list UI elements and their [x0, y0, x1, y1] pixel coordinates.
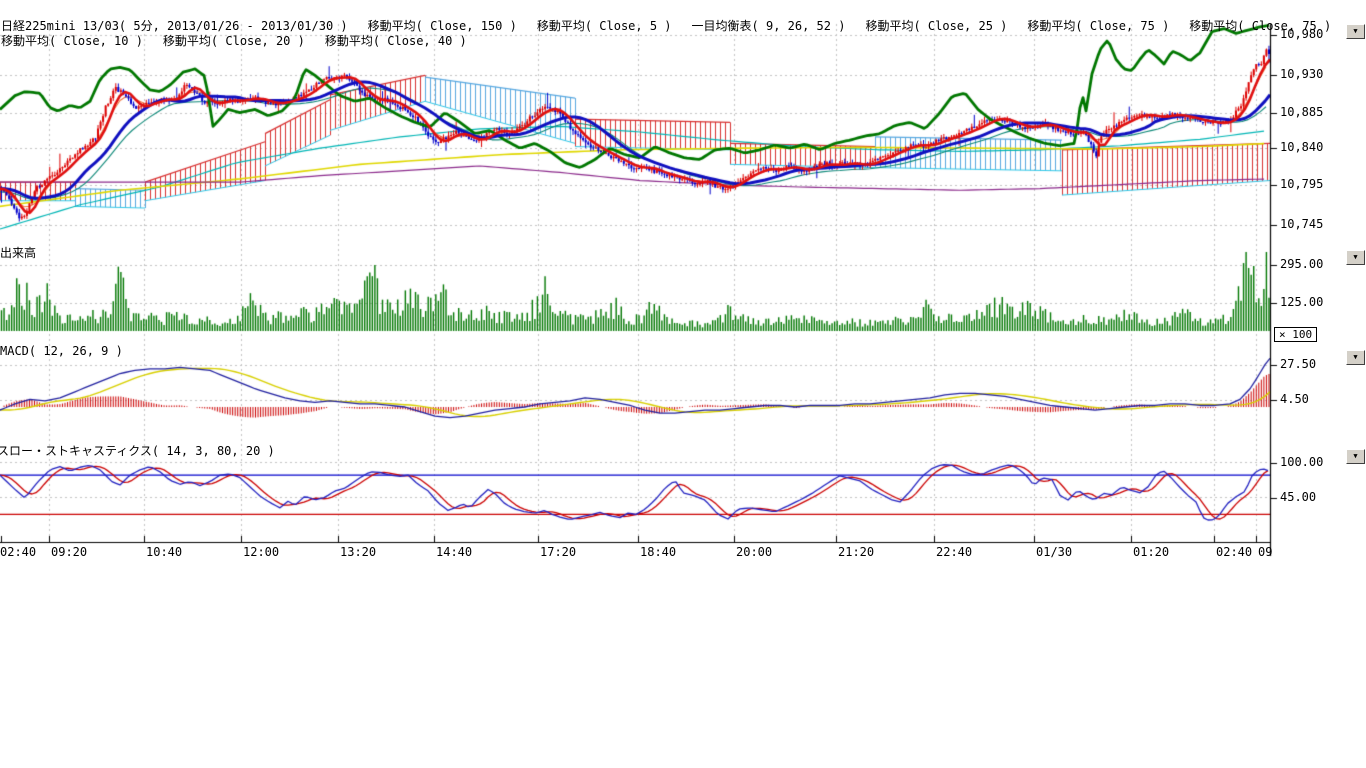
time-axis-label: 17:20 — [540, 545, 576, 559]
price-axis-label: 10,930 — [1280, 67, 1323, 81]
time-axis-label: 20:00 — [736, 545, 772, 559]
time-axis-label: 09 — [1258, 545, 1272, 559]
volume-axis-label: 295.00 — [1280, 257, 1323, 271]
volume-multiplier-badge: × 100 — [1274, 327, 1317, 342]
macd-panel-title: MACD( 12, 26, 9 ) — [0, 344, 123, 358]
price-axis-label: 10,840 — [1280, 140, 1323, 154]
time-axis-label: 22:40 — [936, 545, 972, 559]
volume-axis-scale-dropdown[interactable]: ▼ — [1346, 250, 1365, 265]
chart-legend-line2: 移動平均( Close, 10 ) 移動平均( Close, 20 ) 移動平均… — [1, 32, 467, 49]
macd-axis-label: 27.50 — [1280, 357, 1316, 371]
chart-canvas[interactable] — [0, 0, 1366, 562]
price-axis-label: 10,795 — [1280, 177, 1323, 191]
legend-ma40: 移動平均( Close, 40 ) — [325, 32, 467, 49]
stoch-panel-title: スロー・ストキャスティクス( 14, 3, 80, 20 ) — [0, 442, 275, 459]
price-axis-scale-dropdown[interactable]: ▼ — [1346, 24, 1365, 39]
legend-ma10: 移動平均( Close, 10 ) — [1, 32, 143, 49]
time-axis-label: 12:00 — [243, 545, 279, 559]
time-axis-label: 13:20 — [340, 545, 376, 559]
legend-ma5: 移動平均( Close, 5 ) — [537, 17, 672, 34]
legend-ma75a: 移動平均( Close, 75 ) — [1027, 17, 1169, 34]
time-axis-label: 01/30 — [1036, 545, 1072, 559]
macd-axis-scale-dropdown[interactable]: ▼ — [1346, 350, 1365, 365]
stoch-axis-label: 100.00 — [1280, 455, 1323, 469]
time-axis-label: 02:40 — [0, 545, 36, 559]
time-axis-label: 02:40 — [1216, 545, 1252, 559]
time-axis-label: 10:40 — [146, 545, 182, 559]
volume-axis-label: 125.00 — [1280, 295, 1323, 309]
time-axis-label: 18:40 — [640, 545, 676, 559]
stoch-axis-scale-dropdown[interactable]: ▼ — [1346, 449, 1365, 464]
price-axis-label: 10,885 — [1280, 105, 1323, 119]
legend-ma25: 移動平均( Close, 25 ) — [865, 17, 1007, 34]
price-axis-label: 10,745 — [1280, 217, 1323, 231]
chart-area: 日経225mini 13/03( 5分, 2013/01/26 - 2013/0… — [0, 0, 1366, 562]
chart-application: ▼ 先物 ▼ 日経225mini ▼ 13/03 ▼ 足 ↗ 日 週 月 分 I… — [0, 0, 1366, 768]
legend-ichimoku: 一目均衡表( 9, 26, 52 ) — [692, 17, 846, 34]
time-axis-label: 14:40 — [436, 545, 472, 559]
time-axis-label: 21:20 — [838, 545, 874, 559]
time-axis-label: 01:20 — [1133, 545, 1169, 559]
time-axis-label: 09:20 — [51, 545, 87, 559]
volume-panel-title: 出来高 — [0, 244, 36, 261]
price-axis-label: 10,980 — [1280, 27, 1323, 41]
macd-axis-label: 4.50 — [1280, 392, 1309, 406]
legend-ma20: 移動平均( Close, 20 ) — [163, 32, 305, 49]
stoch-axis-label: 45.00 — [1280, 490, 1316, 504]
